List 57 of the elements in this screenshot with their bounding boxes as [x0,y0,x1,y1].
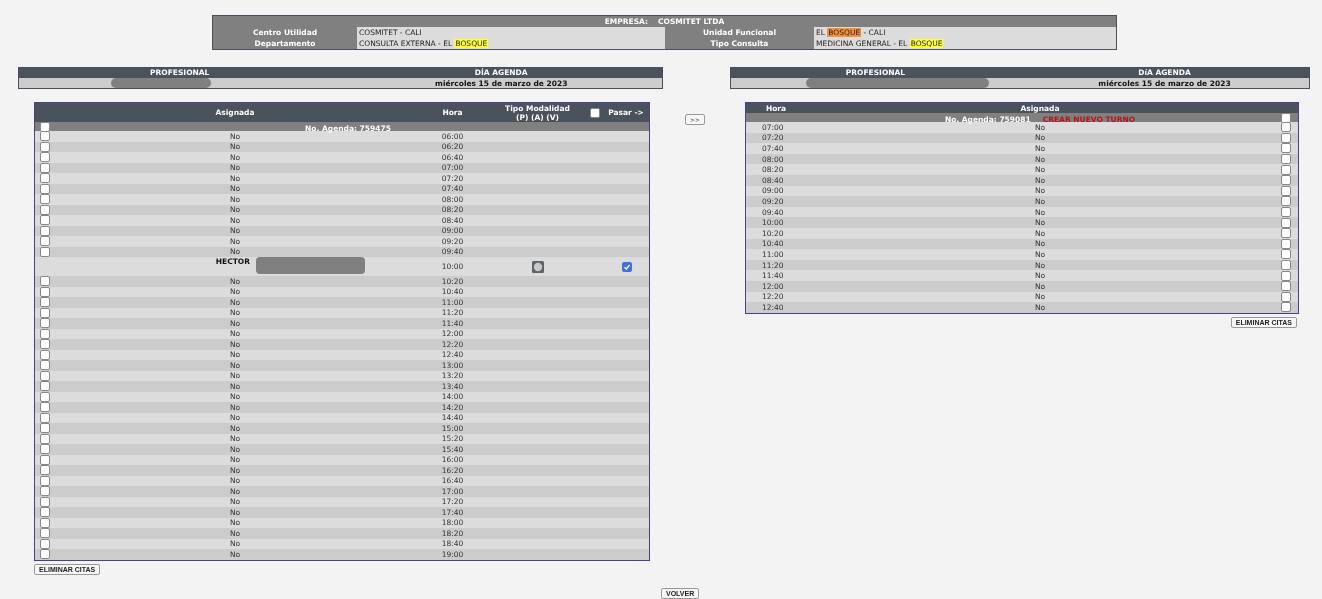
checkbox[interactable] [40,328,50,339]
checkbox[interactable] [40,496,50,507]
checkbox[interactable] [40,183,50,194]
checkbox[interactable] [40,486,50,497]
checkbox[interactable] [1281,291,1291,302]
checkbox[interactable] [40,297,50,308]
checkbox[interactable] [1281,175,1291,186]
checkbox[interactable] [1281,143,1291,154]
checkbox[interactable] [40,204,50,215]
checkbox[interactable] [40,236,50,247]
checkbox[interactable] [40,507,50,518]
checkbox[interactable] [40,517,50,528]
checkbox[interactable] [622,261,632,272]
checkbox[interactable] [1281,228,1291,239]
checkbox[interactable] [40,339,50,350]
checkbox[interactable] [1281,122,1291,133]
checkbox[interactable] [40,528,50,539]
checkbox[interactable] [40,152,50,163]
checkbox[interactable] [40,162,50,173]
checkbox[interactable] [40,475,50,486]
checkbox[interactable] [40,286,50,297]
checkbox[interactable] [40,246,50,257]
checkbox[interactable] [40,194,50,205]
checkbox[interactable] [40,360,50,371]
checkbox[interactable] [1281,302,1291,313]
checkbox[interactable] [1281,132,1291,143]
checkbox[interactable] [40,349,50,360]
checkbox[interactable] [40,131,50,142]
checkbox[interactable] [40,433,50,444]
checkbox[interactable] [1281,249,1291,260]
checkbox[interactable] [40,391,50,402]
checkbox[interactable] [1281,238,1291,249]
checkbox[interactable] [40,538,50,549]
checkbox[interactable] [1281,196,1291,207]
checkbox[interactable] [1281,217,1291,228]
checkbox[interactable] [40,454,50,465]
checkbox[interactable] [40,370,50,381]
checkbox[interactable] [40,549,50,560]
checkbox[interactable] [40,173,50,184]
modality-icon[interactable] [531,260,544,273]
checkbox[interactable] [1281,164,1291,175]
checkbox[interactable] [40,381,50,392]
checkbox[interactable] [40,307,50,318]
checkbox[interactable] [590,107,601,118]
checkbox[interactable] [40,412,50,423]
checkbox[interactable] [40,423,50,434]
checkbox[interactable] [40,276,50,287]
checkbox[interactable] [1281,185,1291,196]
checkbox[interactable] [40,141,50,152]
checkbox[interactable] [40,318,50,329]
checkbox[interactable] [40,402,50,413]
checkbox[interactable] [40,225,50,236]
checkbox[interactable] [40,465,50,476]
checkbox[interactable] [1281,281,1291,292]
checkbox[interactable] [40,444,50,455]
checkbox[interactable] [40,215,50,226]
checkbox[interactable] [1281,270,1291,281]
